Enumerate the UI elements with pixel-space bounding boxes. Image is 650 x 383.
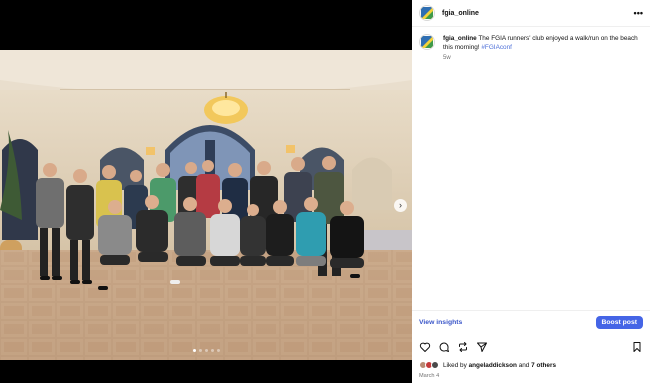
group-photo[interactable] [0,50,412,360]
post-side-panel: fgia_online ••• fgia_online The FGIA run… [412,0,650,383]
fgia-logo-icon [421,36,433,48]
comment-icon[interactable] [438,341,450,353]
post-actions [412,340,650,354]
caption-avatar[interactable] [419,34,435,50]
send-icon[interactable] [476,341,488,353]
repost-icon[interactable] [457,341,469,353]
post-header: fgia_online ••• [412,0,650,27]
post-time-ago: 5w [443,55,451,61]
post-date: March 4 [419,373,440,379]
boost-post-button[interactable]: Boost post [595,316,643,329]
likes-first-user[interactable]: angeladdickson [469,362,517,369]
carousel-dots [0,349,412,352]
carousel-dot [192,349,196,352]
carousel-dot [198,349,202,352]
post-caption: fgia_online The FGIA runners' club enjoy… [419,34,643,61]
post-username[interactable]: fgia_online [442,10,479,17]
heart-icon[interactable] [419,341,431,353]
fgia-logo-icon [421,7,433,19]
bookmark-icon[interactable] [631,341,643,353]
avatar[interactable] [419,5,435,21]
carousel-dot [204,349,208,352]
view-insights-link[interactable]: View insights [419,319,462,326]
chevron-right-icon[interactable]: › [394,199,407,212]
caption-hashtag[interactable]: #FGIAconf [481,44,512,51]
insights-row: View insights Boost post [412,310,650,334]
likes-prefix: Liked by [443,361,467,369]
liker-avatars[interactable] [419,361,439,369]
caption-username[interactable]: fgia_online [443,35,477,42]
likes-others-link[interactable]: 7 others [531,362,556,369]
more-horizontal-icon[interactable]: ••• [634,8,643,18]
carousel-dot [210,349,214,352]
likes-joiner: and [518,361,530,369]
likes-summary: Liked by angeladdickson and 7 others [419,361,556,369]
carousel-dot [216,349,220,352]
avatar [431,361,439,369]
caption-body: fgia_online The FGIA runners' club enjoy… [443,34,643,52]
post-media: › [0,0,412,383]
